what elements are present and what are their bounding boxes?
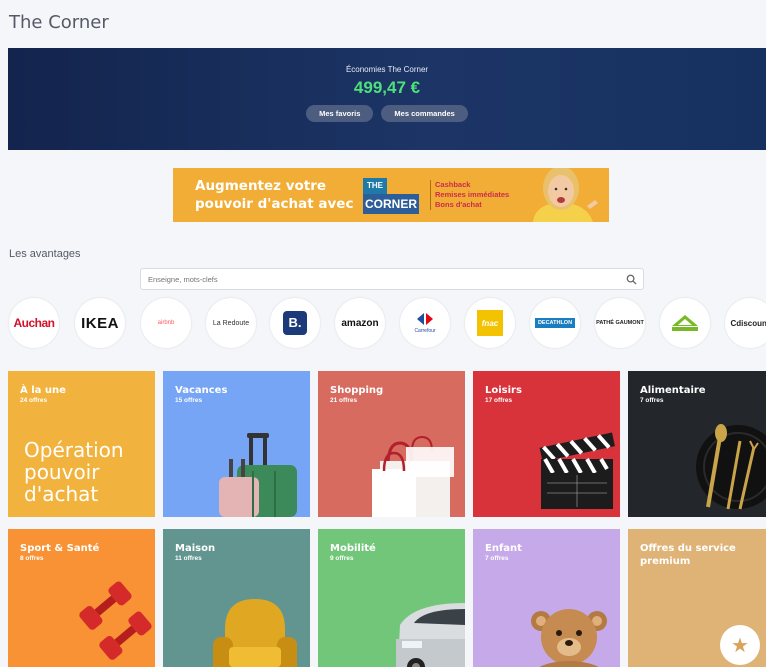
- orders-button[interactable]: Mes commandes: [381, 105, 468, 122]
- logo-top: THE: [363, 178, 387, 194]
- brand-label: DECATHLON: [534, 318, 576, 328]
- page: The Corner Économies The Corner 499,47 €…: [0, 0, 766, 667]
- search-icon[interactable]: [626, 274, 637, 285]
- category-count: 11 offres: [175, 555, 202, 562]
- savings-label: Économies The Corner: [345, 65, 429, 74]
- category-count: 21 offres: [330, 397, 358, 404]
- promo-text: Opération pouvoir d'achat: [24, 439, 124, 505]
- banner-headline: Augmentez votre pouvoir d'achat avec: [195, 177, 353, 213]
- brand-la-redoute[interactable]: La Redoute: [206, 298, 256, 348]
- promo-line: Opération: [24, 438, 124, 462]
- banner-feature: Bons d'achat: [435, 200, 482, 209]
- category-tile-vacances[interactable]: Vacances 15 offres: [163, 371, 310, 517]
- category-tile-shopping[interactable]: Shopping 21 offres: [318, 371, 465, 517]
- page-title: The Corner: [9, 12, 109, 33]
- category-name: À la une: [20, 385, 66, 396]
- brand-booking[interactable]: B.: [270, 298, 320, 348]
- category-name: Mobilité: [330, 543, 376, 554]
- brand-mark: Carrefour: [414, 312, 436, 334]
- category-count: 9 offres: [330, 555, 354, 562]
- logo-bottom: CORNER: [363, 194, 419, 214]
- brand-leroy-merlin[interactable]: [660, 298, 710, 348]
- brand-label: B.: [283, 311, 307, 335]
- brand-amazon[interactable]: amazon: [335, 298, 385, 348]
- brand-label: amazon: [341, 317, 379, 329]
- hero-buttons: Mes favoris Mes commandes: [8, 105, 766, 122]
- category-tile-mobilite[interactable]: Mobilité 9 offres: [318, 529, 465, 667]
- brand-label: La Redoute: [212, 319, 250, 327]
- advantages-title: Les avantages: [9, 248, 81, 260]
- category-count: 15 offres: [175, 397, 203, 404]
- brand-fnac[interactable]: fnac: [465, 298, 515, 348]
- category-name: Alimentaire: [640, 385, 706, 396]
- brand-carousel: Auchan IKEA airbnb La Redoute B. amazon …: [0, 298, 766, 348]
- smiling-woman-image: [533, 168, 598, 222]
- promo-line: pouvoir: [24, 460, 100, 484]
- the-corner-logo: THE CORNER: [363, 174, 419, 216]
- carrefour-icon: [417, 313, 433, 325]
- category-tile-premium[interactable]: Offres du service premium ★: [628, 529, 766, 667]
- brand-airbnb[interactable]: airbnb: [141, 298, 191, 348]
- brand-carrefour[interactable]: Carrefour: [400, 298, 450, 348]
- promo-banner[interactable]: Augmentez votre pouvoir d'achat avec THE…: [173, 168, 609, 222]
- category-count: 17 offres: [485, 397, 513, 404]
- brand-label: Cdiscount: [730, 318, 766, 328]
- brand-label: IKEA: [81, 314, 119, 332]
- brand-label: fnac: [477, 310, 503, 336]
- brand-ikea[interactable]: IKEA: [75, 298, 125, 348]
- category-name: Vacances: [175, 385, 228, 396]
- savings-hero: Économies The Corner 499,47 € Mes favori…: [8, 48, 766, 150]
- banner-line1: Augmentez votre: [195, 178, 327, 194]
- brand-auchan[interactable]: Auchan: [9, 298, 59, 348]
- brand-cdiscount[interactable]: Cdiscount: [725, 298, 766, 348]
- star-icon[interactable]: ★: [720, 625, 760, 665]
- banner-features: Cashback Remises immédiates Bons d'achat: [430, 180, 520, 210]
- banner-feature: Cashback: [435, 180, 471, 189]
- category-tile-sport-sante[interactable]: Sport & Santé 8 offres: [8, 529, 155, 667]
- brand-label: PATHÉ GAUMONT: [596, 320, 644, 326]
- category-tile-loisirs[interactable]: Loisirs 17 offres: [473, 371, 620, 517]
- savings-amount: 499,47 €: [353, 78, 421, 97]
- banner-feature: Remises immédiates: [435, 190, 510, 199]
- search-box: [140, 268, 644, 290]
- leroy-merlin-icon: [672, 315, 698, 331]
- favorites-button[interactable]: Mes favoris: [306, 105, 374, 122]
- category-count: 8 offres: [20, 555, 44, 562]
- category-tile-a-la-une[interactable]: À la une 24 offres Opération pouvoir d'a…: [8, 371, 155, 517]
- category-count: 7 offres: [485, 555, 509, 562]
- search-input[interactable]: [148, 272, 608, 286]
- brand-label: Auchan: [13, 316, 55, 330]
- brand-decathlon[interactable]: DECATHLON: [530, 298, 580, 348]
- category-name: Offres du service premium: [640, 543, 736, 567]
- promo-line: d'achat: [24, 482, 99, 506]
- category-tile-enfant[interactable]: Enfant 7 offres: [473, 529, 620, 667]
- category-count: 7 offres: [640, 397, 664, 404]
- category-tile-maison[interactable]: Maison 11 offres: [163, 529, 310, 667]
- brand-pathe-gaumont[interactable]: PATHÉ GAUMONT: [595, 298, 645, 348]
- banner-line2: pouvoir d'achat avec: [195, 196, 354, 212]
- brand-label: Carrefour: [414, 328, 436, 334]
- category-name: Enfant: [485, 543, 522, 554]
- category-name: Maison: [175, 543, 216, 554]
- category-name: Loisirs: [485, 385, 522, 396]
- category-name: Sport & Santé: [20, 543, 100, 554]
- category-tile-alimentaire[interactable]: Alimentaire 7 offres: [628, 371, 766, 517]
- brand-label: airbnb: [157, 320, 175, 326]
- category-count: 24 offres: [20, 397, 48, 404]
- category-name: Shopping: [330, 385, 384, 396]
